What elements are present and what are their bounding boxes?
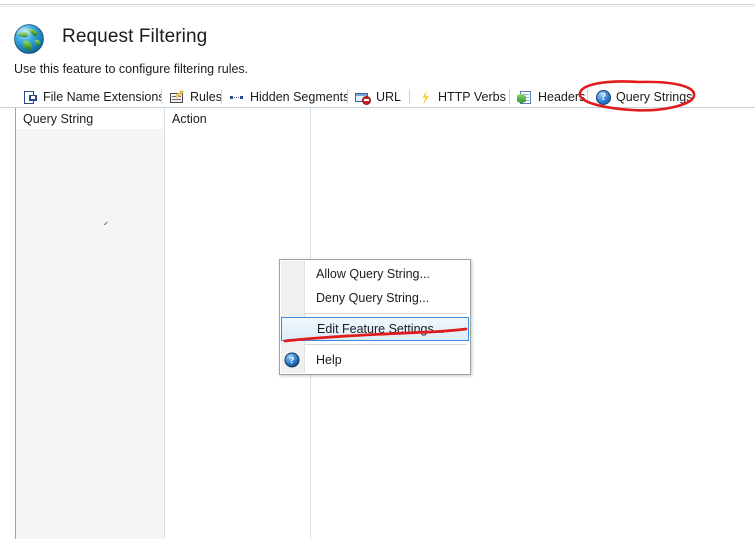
file-extension-icon: [22, 90, 38, 105]
tab-rules[interactable]: Rules: [162, 86, 222, 108]
tab-label: URL: [376, 90, 402, 104]
tab-file-name-extensions[interactable]: File Name Extensions: [15, 86, 165, 108]
menu-item-label: Edit Feature Settings...: [317, 322, 445, 336]
tab-hidden-segments[interactable]: Hidden Segments: [222, 86, 350, 108]
menu-separator-2: [305, 344, 467, 345]
window-top-rule-shadow: [0, 6, 755, 7]
tab-strip: File Name Extensions Rules Hidden Segmen…: [0, 86, 755, 108]
svg-text:?: ?: [290, 357, 295, 367]
tab-label: File Name Extensions: [43, 90, 165, 104]
hidden-segments-icon: [229, 90, 245, 105]
question-mark-icon: ?: [284, 352, 300, 368]
menu-separator-1: [305, 313, 467, 314]
tab-label: HTTP Verbs: [438, 90, 506, 104]
window-top-rule: [0, 4, 755, 5]
column-header-action[interactable]: Action: [165, 108, 310, 129]
globe-icon: [12, 22, 46, 56]
column-header-label: Query String: [23, 111, 94, 126]
headers-document-icon: [517, 90, 533, 105]
page-description: Use this feature to configure filtering …: [14, 62, 249, 76]
tab-label: Query Strings: [616, 90, 693, 104]
menu-item-label: Allow Query String...: [316, 267, 430, 281]
rules-icon: [169, 89, 185, 105]
column-header-label: Action: [172, 111, 207, 126]
question-mark-icon: ?: [595, 89, 611, 105]
menu-item-help[interactable]: ? Help: [280, 348, 470, 372]
listview-column-divider-1: [164, 108, 165, 539]
context-menu[interactable]: Allow Query String... Deny Query String.…: [279, 259, 471, 375]
tab-label: Hidden Segments: [250, 90, 350, 104]
tab-label: Headers: [538, 90, 586, 104]
menu-item-label: Help: [316, 353, 342, 367]
page-title: Request Filtering: [62, 26, 208, 47]
url-deny-icon: [355, 90, 371, 105]
tab-query-strings[interactable]: ? Query Strings: [588, 86, 692, 108]
lightning-bolt-icon: [417, 89, 433, 105]
menu-item-label: Deny Query String...: [316, 291, 430, 305]
sort-ascending-icon: [102, 220, 111, 225]
menu-item-deny-query-string[interactable]: Deny Query String...: [280, 286, 470, 310]
tab-http-verbs[interactable]: HTTP Verbs: [410, 86, 510, 108]
tab-url[interactable]: URL: [348, 86, 410, 108]
menu-item-allow-query-string[interactable]: Allow Query String...: [280, 262, 470, 286]
menu-item-edit-feature-settings[interactable]: Edit Feature Settings...: [281, 317, 469, 341]
column-header-blank[interactable]: [311, 108, 740, 129]
tab-label: Rules: [190, 90, 222, 104]
page-header: Request Filtering: [0, 10, 755, 62]
tab-headers[interactable]: Headers: [510, 86, 588, 108]
listview-sorted-column-body: [16, 129, 164, 539]
column-header-query-string[interactable]: Query String: [16, 108, 164, 129]
